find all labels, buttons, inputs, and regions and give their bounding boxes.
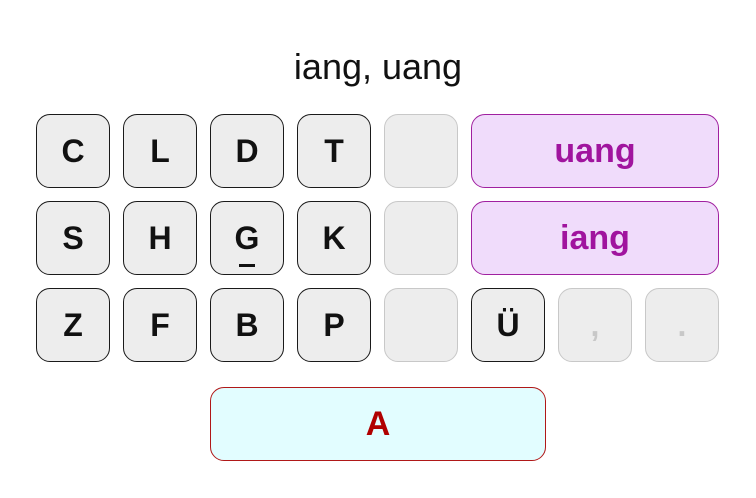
key-g-label: G bbox=[234, 219, 260, 267]
key-g[interactable]: G bbox=[210, 201, 284, 275]
key-z[interactable]: Z bbox=[36, 288, 110, 362]
key-u-umlaut[interactable]: Ü bbox=[471, 288, 545, 362]
key-p[interactable]: P bbox=[297, 288, 371, 362]
key-s[interactable]: S bbox=[36, 201, 110, 275]
key-period[interactable]: . bbox=[645, 288, 719, 362]
prompt-title: iang, uang bbox=[293, 46, 463, 87]
key-comma[interactable]: , bbox=[558, 288, 632, 362]
space-a-key[interactable]: A bbox=[210, 387, 546, 461]
key-h[interactable]: H bbox=[123, 201, 197, 275]
key-l[interactable]: L bbox=[123, 114, 197, 188]
key-c[interactable]: C bbox=[36, 114, 110, 188]
key-k[interactable]: K bbox=[297, 201, 371, 275]
empty-key bbox=[384, 201, 458, 275]
empty-key bbox=[384, 114, 458, 188]
empty-key bbox=[384, 288, 458, 362]
key-t[interactable]: T bbox=[297, 114, 371, 188]
key-f[interactable]: F bbox=[123, 288, 197, 362]
key-d[interactable]: D bbox=[210, 114, 284, 188]
underline-mark bbox=[238, 263, 255, 267]
key-g-text: G bbox=[234, 219, 260, 256]
key-b[interactable]: B bbox=[210, 288, 284, 362]
final-iang-key[interactable]: iang bbox=[471, 201, 719, 275]
final-uang-key[interactable]: uang bbox=[471, 114, 719, 188]
